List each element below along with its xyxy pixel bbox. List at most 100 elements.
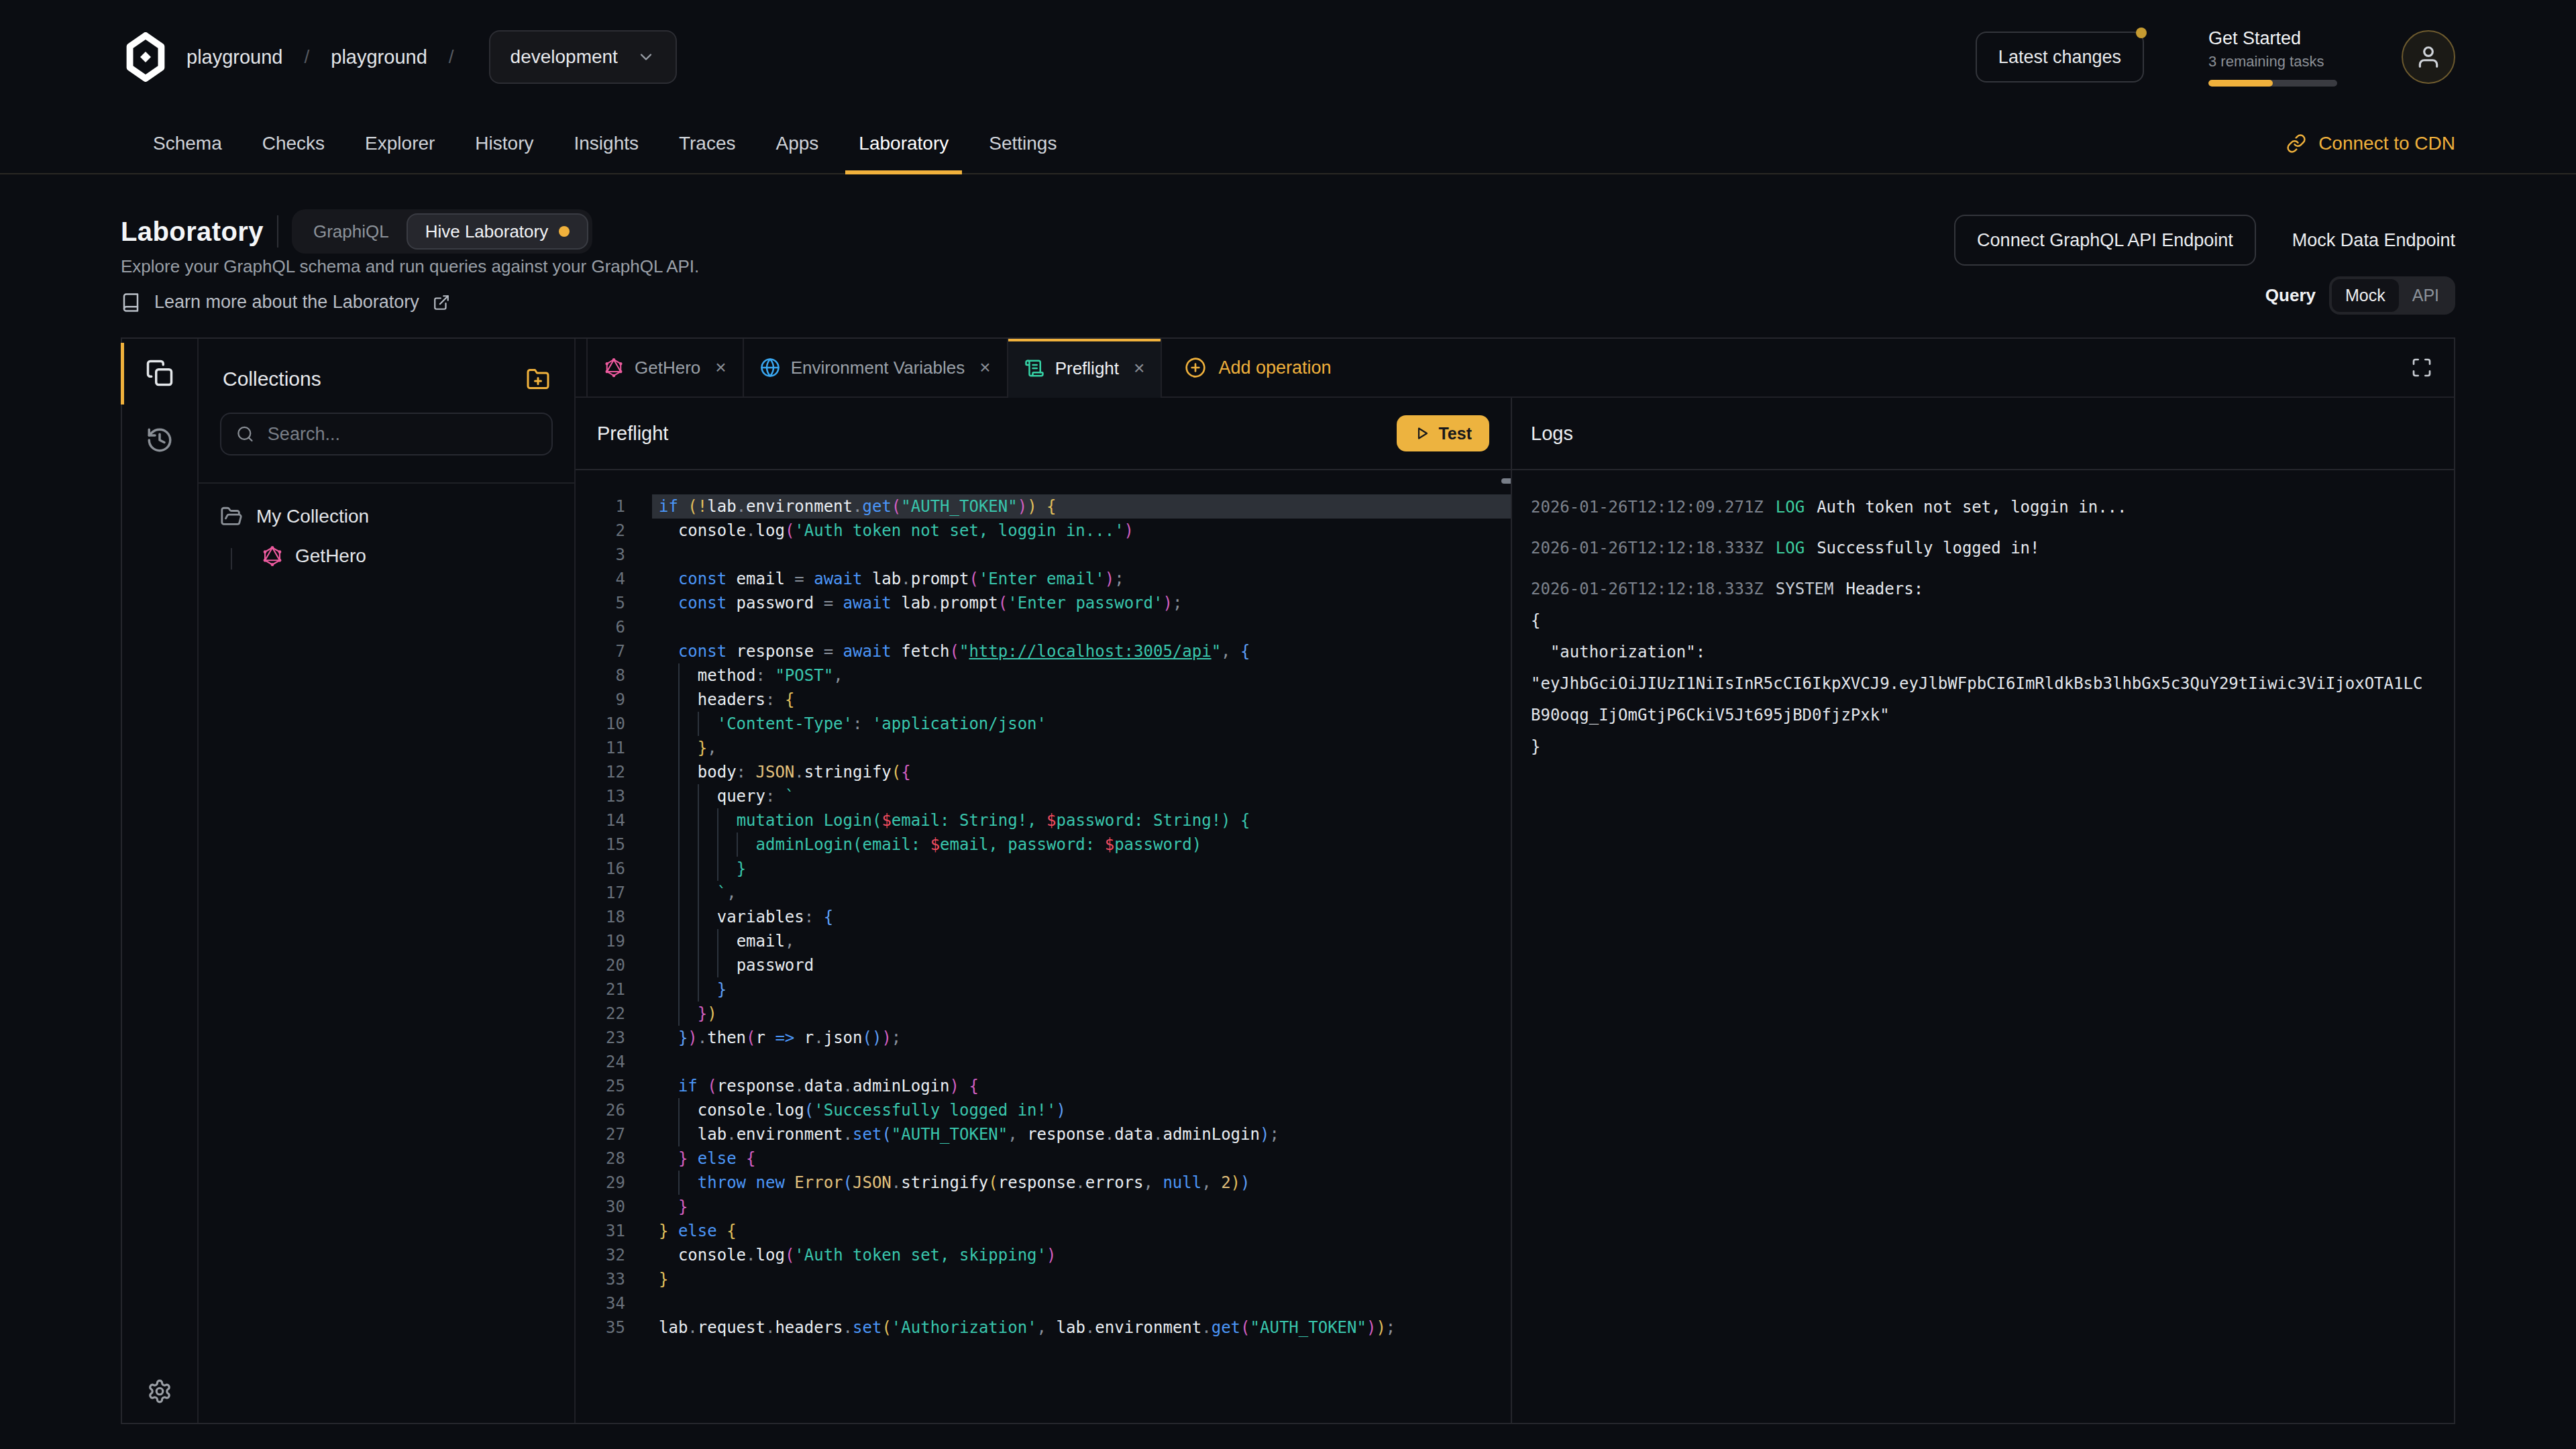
nav-item-traces[interactable]: Traces (659, 114, 756, 173)
add-operation-button[interactable]: Add operation (1162, 339, 1354, 396)
log-detail-line: "authorization": (1531, 637, 2422, 668)
nav-item-checks[interactable]: Checks (242, 114, 345, 173)
script-icon (1024, 358, 1044, 378)
sidebar-icon-strip (122, 339, 199, 1423)
active-dot (559, 226, 570, 237)
hive-logo-icon[interactable] (121, 32, 170, 82)
mode-option-hive-laboratory[interactable]: Hive Laboratory (407, 213, 589, 250)
get-started-widget[interactable]: Get Started 3 remaining tasks (2208, 28, 2337, 87)
code-line[interactable]: 6 (576, 615, 1511, 639)
code-line[interactable]: 26 console.log('Successfully logged in!'… (576, 1098, 1511, 1122)
graphql-icon (262, 545, 283, 567)
code-line[interactable]: 34 (576, 1291, 1511, 1316)
code-line[interactable]: 16 } (576, 857, 1511, 881)
line-number: 5 (576, 591, 652, 615)
breadcrumb-project[interactable]: playground (331, 46, 427, 68)
collection-folder[interactable]: My Collection (220, 505, 553, 528)
code-line[interactable]: 18 variables: { (576, 905, 1511, 929)
mode-option-graphiql[interactable]: GraphiQL (296, 213, 407, 250)
log-timestamp: 2026-01-26T12:12:18.333Z (1531, 539, 1764, 557)
close-icon[interactable]: × (1134, 358, 1144, 379)
query-option-api[interactable]: API (2399, 279, 2453, 312)
log-detail-line: "eyJhbGciOiJIUzI1NiIsInR5cCI6IkpXVCJ9.ey… (1531, 668, 2422, 700)
nav-item-history[interactable]: History (455, 114, 553, 173)
line-number: 15 (576, 833, 652, 857)
connect-cdn-link[interactable]: Connect to CDN (2286, 114, 2474, 173)
nav-item-insights[interactable]: Insights (553, 114, 659, 173)
learn-more-link[interactable]: Learn more about the Laboratory (121, 292, 699, 313)
code-line[interactable]: 29 throw new Error(JSON.stringify(respon… (576, 1171, 1511, 1195)
collections-icon[interactable] (146, 359, 174, 387)
new-folder-icon[interactable] (526, 367, 550, 391)
tab-gethero[interactable]: GetHero× (586, 339, 744, 396)
test-button[interactable]: Test (1397, 415, 1489, 451)
tab-environment-variables[interactable]: Environment Variables× (744, 339, 1008, 396)
mock-endpoint-button[interactable]: Mock Data Endpoint (2292, 230, 2455, 251)
code-editor[interactable]: 1if (!lab.environment.get("AUTH_TOKEN"))… (576, 470, 1511, 1423)
nav-item-explorer[interactable]: Explorer (345, 114, 455, 173)
search-input[interactable] (268, 424, 537, 445)
code-line[interactable]: 1if (!lab.environment.get("AUTH_TOKEN"))… (576, 494, 1511, 519)
nav-item-apps[interactable]: Apps (756, 114, 839, 173)
code-line[interactable]: 9 headers: { (576, 688, 1511, 712)
target-selector[interactable]: development (489, 30, 677, 84)
add-operation-label: Add operation (1218, 358, 1331, 378)
code-line[interactable]: 35lab.request.headers.set('Authorization… (576, 1316, 1511, 1340)
avatar[interactable] (2402, 30, 2455, 84)
code-line[interactable]: 15 adminLogin(email: $email, password: $… (576, 833, 1511, 857)
nav-item-schema[interactable]: Schema (133, 114, 242, 173)
fullscreen-icon[interactable] (2411, 357, 2432, 378)
laboratory-header: Laboratory GraphiQL Hive Laboratory Expl… (0, 174, 2576, 315)
log-message: Auth token not set, loggin in... (1817, 498, 2127, 517)
query-option-mock[interactable]: Mock (2332, 279, 2399, 312)
code-line[interactable]: 21 } (576, 977, 1511, 1002)
logs-body[interactable]: 2026-01-26T12:12:09.271ZLOGAuth token no… (1512, 470, 2454, 1423)
code-line[interactable]: 23 }).then(r => r.json()); (576, 1026, 1511, 1050)
code-line[interactable]: 32 console.log('Auth token set, skipping… (576, 1243, 1511, 1267)
code-line[interactable]: 31} else { (576, 1219, 1511, 1243)
close-icon[interactable]: × (979, 357, 990, 378)
resize-handle[interactable] (1501, 478, 1511, 484)
line-number: 18 (576, 905, 652, 929)
close-icon[interactable]: × (715, 357, 726, 378)
line-number: 35 (576, 1316, 652, 1340)
code-line[interactable]: 27 lab.environment.set("AUTH_TOKEN", res… (576, 1122, 1511, 1146)
code-line[interactable]: 19 email, (576, 929, 1511, 953)
nav-item-settings[interactable]: Settings (969, 114, 1077, 173)
latest-changes-label: Latest changes (1998, 47, 2121, 68)
code-line[interactable]: 4 const email = await lab.prompt('Enter … (576, 567, 1511, 591)
code-line[interactable]: 30 } (576, 1195, 1511, 1219)
code-line[interactable]: 13 query: ` (576, 784, 1511, 808)
code-line[interactable]: 7 const response = await fetch("http://l… (576, 639, 1511, 663)
history-icon[interactable] (146, 426, 174, 454)
code-line[interactable]: 17 `, (576, 881, 1511, 905)
line-number: 10 (576, 712, 652, 736)
line-number: 1 (576, 494, 652, 519)
code-line[interactable]: 11 }, (576, 736, 1511, 760)
code-line[interactable]: 22 }) (576, 1002, 1511, 1026)
code-line[interactable]: 5 const password = await lab.prompt('Ent… (576, 591, 1511, 615)
code-line[interactable]: 10 'Content-Type': 'application/json' (576, 712, 1511, 736)
collections-tree: My Collection GetHero (199, 482, 574, 1423)
breadcrumb-org[interactable]: playground (186, 46, 283, 68)
connect-endpoint-button[interactable]: Connect GraphQL API Endpoint (1954, 215, 2256, 266)
code-line[interactable]: 2 console.log('Auth token not set, loggi… (576, 519, 1511, 543)
external-link-icon (433, 294, 450, 311)
code-line[interactable]: 20 password (576, 953, 1511, 977)
settings-gear-icon[interactable] (147, 1379, 172, 1404)
code-line[interactable]: 24 (576, 1050, 1511, 1074)
code-line[interactable]: 25 if (response.data.adminLogin) { (576, 1074, 1511, 1098)
log-level: LOG (1776, 539, 1805, 557)
code-line[interactable]: 28 } else { (576, 1146, 1511, 1171)
code-line[interactable]: 8 method: "POST", (576, 663, 1511, 688)
nav-item-laboratory[interactable]: Laboratory (839, 114, 969, 173)
code-line[interactable]: 33} (576, 1267, 1511, 1291)
page-subtitle: Explore your GraphQL schema and run quer… (121, 256, 699, 277)
code-line[interactable]: 12 body: JSON.stringify({ (576, 760, 1511, 784)
latest-changes-button[interactable]: Latest changes (1976, 32, 2144, 83)
collection-operation[interactable]: GetHero (262, 545, 553, 567)
code-line[interactable]: 3 (576, 543, 1511, 567)
code-line[interactable]: 14 mutation Login($email: String!, $pass… (576, 808, 1511, 833)
line-number: 2 (576, 519, 652, 543)
tab-preflight[interactable]: Preflight× (1008, 339, 1163, 398)
